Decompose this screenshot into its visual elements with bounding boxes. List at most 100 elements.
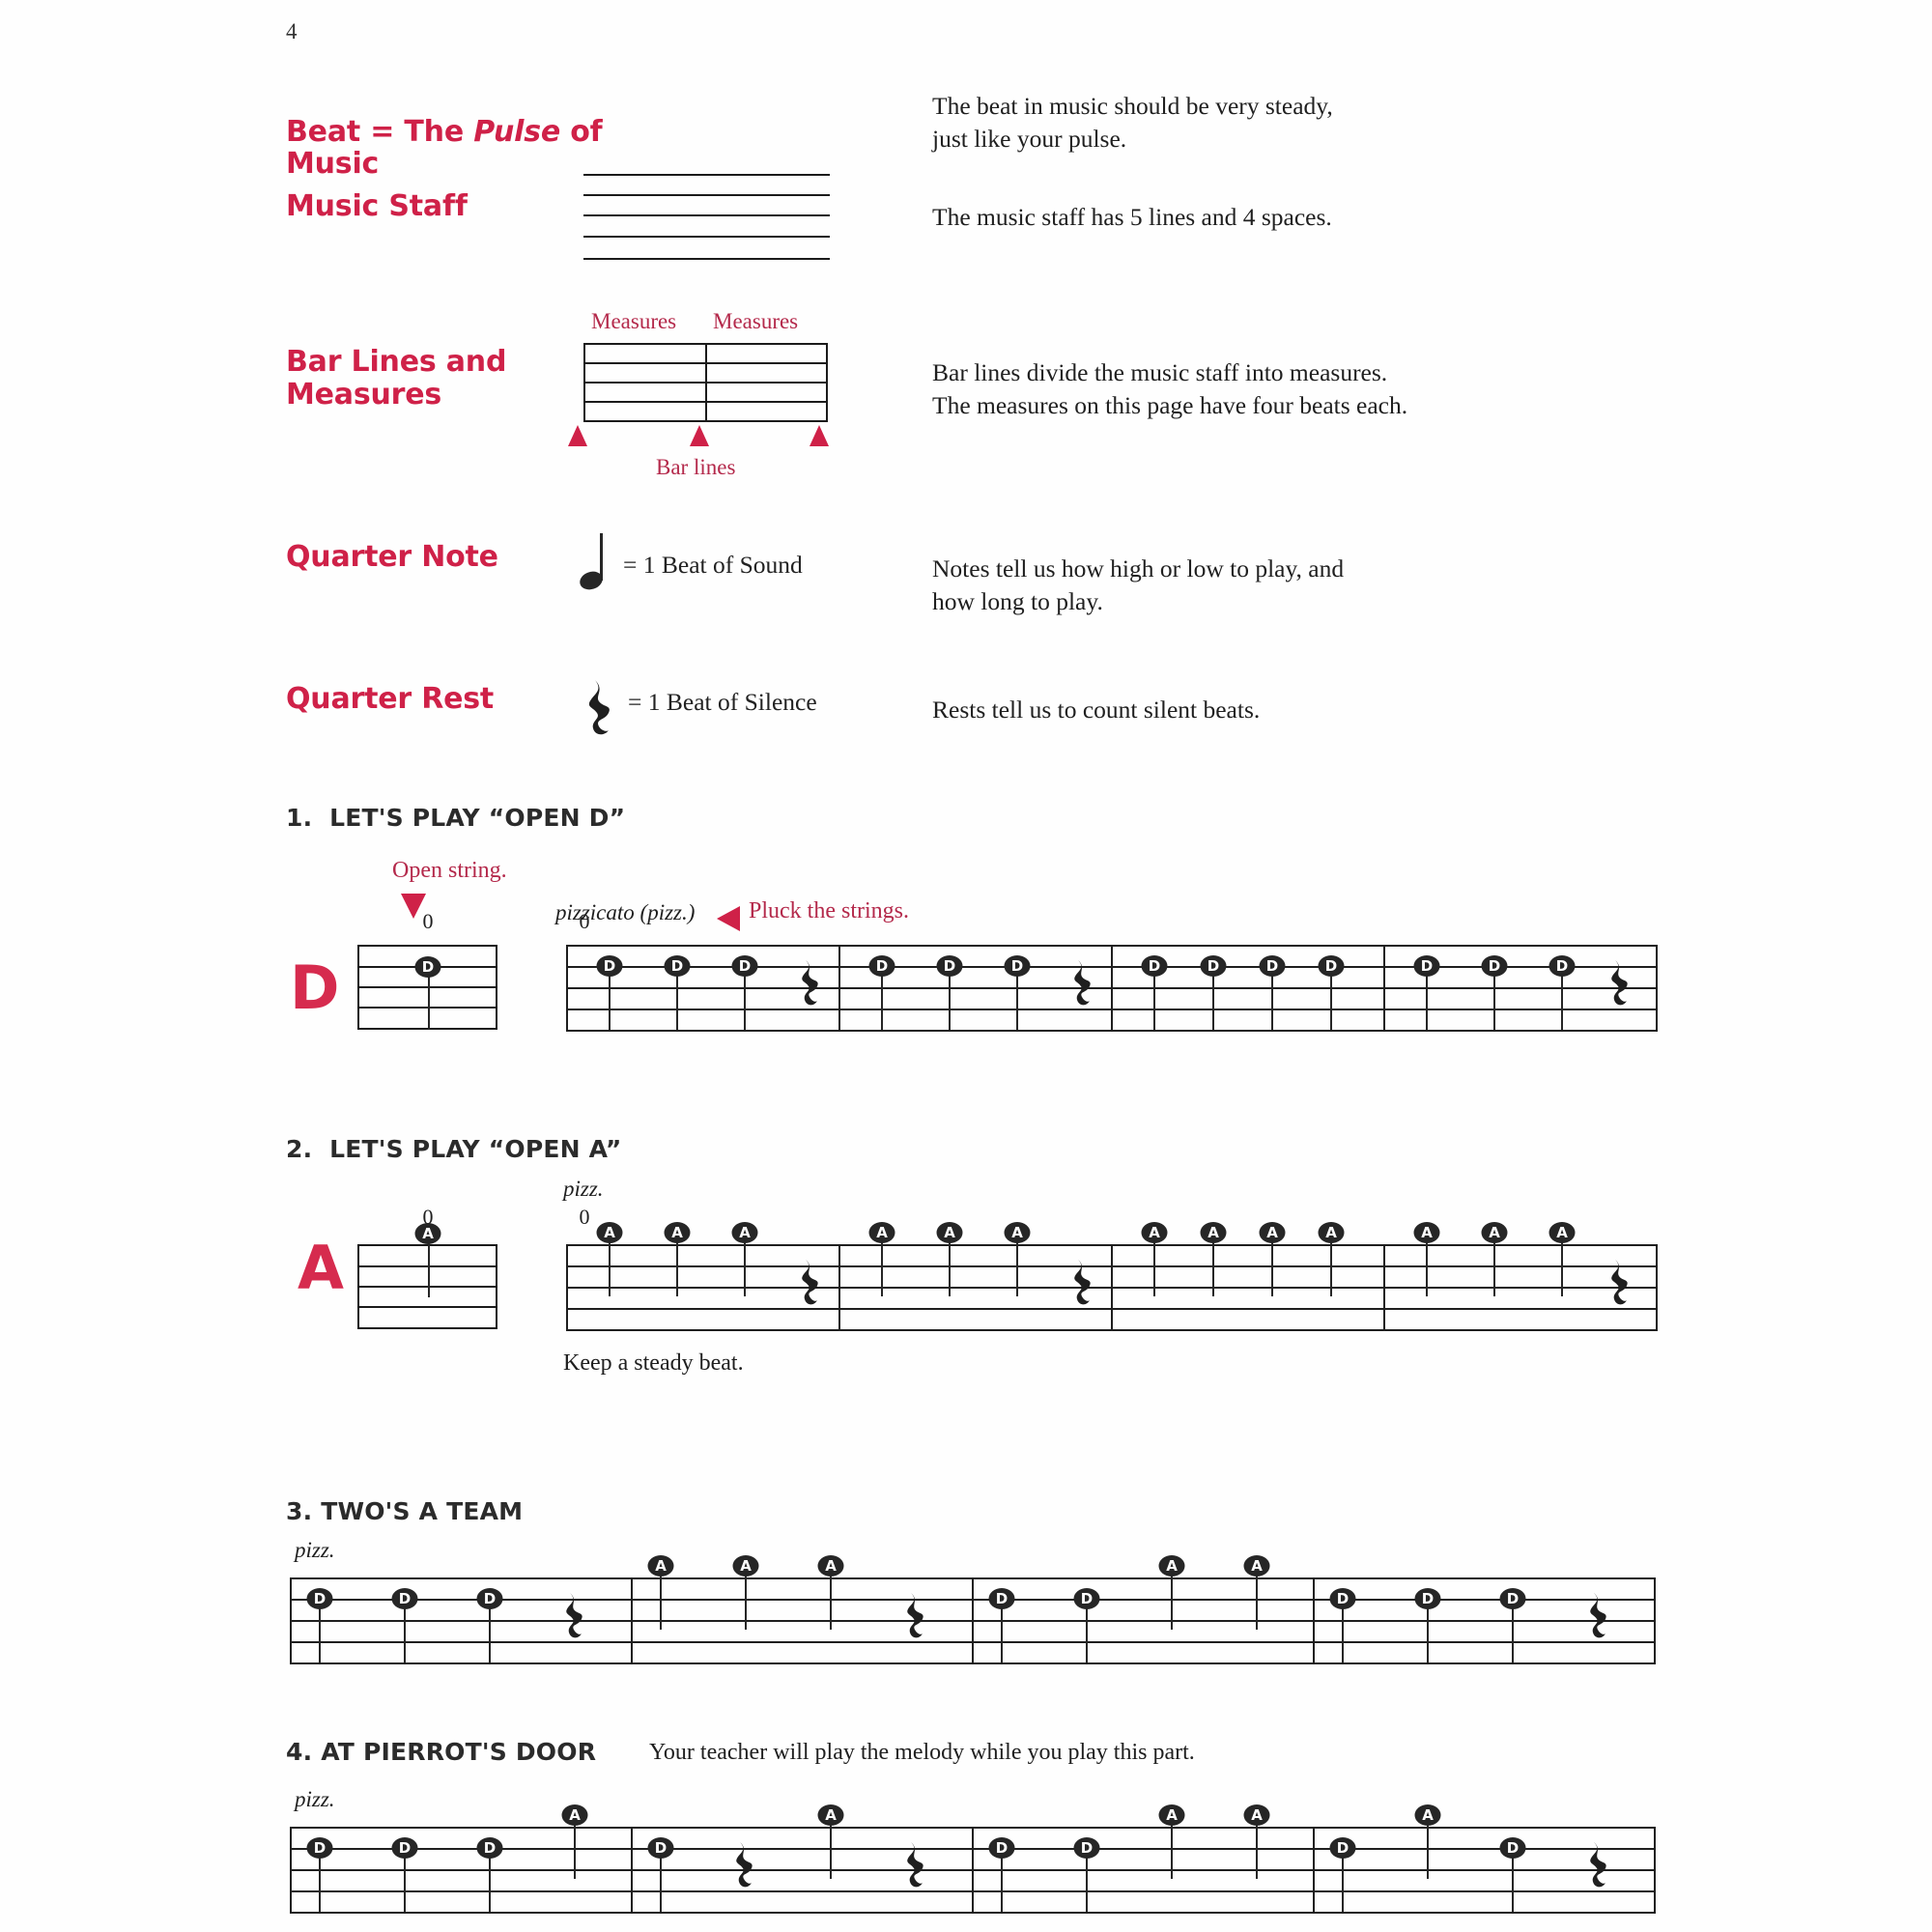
ex3-quarter-rest <box>1586 1591 1613 1654</box>
ex2-note: A <box>1259 1222 1286 1243</box>
quarter-note-icon <box>577 533 618 593</box>
ex4-note: D <box>1329 1837 1356 1859</box>
exercise-2-system: A A A A A A A A A A A A A <box>566 1222 1658 1341</box>
reference-notehead-d: D <box>414 956 441 978</box>
ref2-line4 <box>359 1306 496 1308</box>
ex2-note: A <box>1141 1222 1168 1243</box>
ex4-quarter-rest <box>732 1840 759 1903</box>
ex1-note: D <box>1481 955 1508 977</box>
ex3-note: A <box>817 1555 844 1577</box>
staff-line-4 <box>583 236 830 238</box>
string-letter-a: A <box>298 1233 344 1303</box>
exercise-1-title: LET'S PLAY “OPEN D” <box>329 804 626 832</box>
concept-title-beat: Beat = The Pulse of Music <box>286 83 692 181</box>
ex3-note: D <box>391 1588 418 1609</box>
ex2-barline-start <box>566 1244 568 1329</box>
string-letter-d: D <box>290 952 340 1023</box>
ex2-note: A <box>731 1222 758 1243</box>
quarter-note-stem <box>600 533 603 581</box>
ex4-staff-line-5 <box>290 1912 1656 1914</box>
finger-number-1: 0 <box>422 909 434 933</box>
ex2-barline-end <box>1656 1244 1658 1329</box>
pizzicato-annotation-1: pizzicato (pizz.) <box>555 900 696 924</box>
exercise-1-system: D D D D D D D D D D D D D <box>566 945 1658 1041</box>
ex3-note: D <box>1499 1588 1526 1609</box>
ex3-barline-start <box>290 1577 292 1662</box>
ex4-quarter-rest <box>903 1840 930 1903</box>
exercise-2-title: LET'S PLAY “OPEN A” <box>329 1135 622 1163</box>
concept-body-barlines: Bar lines divide the music staff into me… <box>932 358 1408 419</box>
ex1-note: D <box>936 955 963 977</box>
ex2-note: A <box>936 1222 963 1243</box>
ex3-staff-line-5 <box>290 1662 1656 1664</box>
ex1-note: D <box>1548 955 1576 977</box>
ex2-note: A <box>664 1222 691 1243</box>
ex1-note: D <box>1141 955 1168 977</box>
page-number: 4 <box>286 19 298 43</box>
reference-notehead-a: A <box>414 1223 441 1244</box>
ex1-barline-1 <box>838 945 840 1030</box>
ex4-note: A <box>1158 1804 1185 1826</box>
staff-line-3 <box>583 214 830 216</box>
ex4-note: D <box>391 1837 418 1859</box>
ex2-note: A <box>1318 1222 1345 1243</box>
concept-title-beat-part1: Beat = The <box>286 114 474 149</box>
ex4-barline-3 <box>1313 1827 1315 1912</box>
concept-title-quarter-rest: Quarter Rest <box>286 682 495 716</box>
ex1-note: D <box>596 955 623 977</box>
concept-body-beat: The beat in music should be very steady,… <box>932 92 1333 153</box>
quarter-rest-caption: = 1 Beat of Silence <box>628 688 817 716</box>
ex2-note: A <box>1200 1222 1227 1243</box>
bar-line-arrow-right <box>810 425 829 446</box>
quarter-rest-glyph <box>588 680 610 735</box>
ex1-note: D <box>1004 955 1031 977</box>
quarter-note-caption: = 1 Beat of Sound <box>623 551 803 579</box>
ex3-barline-2 <box>972 1577 974 1662</box>
ex3-quarter-rest <box>903 1591 930 1654</box>
measures-diagram <box>583 343 828 422</box>
ex2-note: A <box>868 1222 895 1243</box>
exercise-3-heading: 3. TWO'S A TEAM <box>286 1497 523 1525</box>
exercise-4-number: 4. <box>286 1738 313 1766</box>
finger-number-2b: 0 <box>579 1205 590 1229</box>
exercise-3-system: D D D A A A D D A A D D D <box>290 1555 1656 1674</box>
ex4-barline-2 <box>972 1827 974 1912</box>
staff-line-1 <box>583 174 830 176</box>
ex4-note: D <box>647 1837 674 1859</box>
ex3-note: A <box>647 1555 674 1577</box>
exercise-4-heading: 4. AT PIERROT'S DOOR <box>286 1738 596 1766</box>
concept-title-staff: Music Staff <box>286 189 468 223</box>
ex1-note: D <box>731 955 758 977</box>
ex1-quarter-rest <box>1070 958 1097 1021</box>
ex4-barline-start <box>290 1827 292 1912</box>
ex3-note: D <box>306 1588 333 1609</box>
ex1-barline-2 <box>1111 945 1113 1030</box>
pizzicato-annotation-4: pizz. <box>295 1787 335 1811</box>
exercise-2-reference-staff <box>357 1234 497 1329</box>
exercise-3-number: 3. <box>286 1497 313 1525</box>
exercise-4-title: AT PIERROT'S DOOR <box>321 1738 597 1766</box>
pluck-annotation: Pluck the strings. <box>749 898 909 923</box>
concept-body-quarter-note: Notes tell us how high or low to play, a… <box>932 554 1345 615</box>
exercise-2-heading: 2. LET'S PLAY “OPEN A” <box>286 1135 622 1163</box>
ex3-quarter-rest <box>562 1591 589 1654</box>
concept-title-beat-italic: Pulse <box>473 114 561 149</box>
bar-line-middle <box>705 343 707 422</box>
ex4-barline-end <box>1654 1827 1656 1912</box>
ex4-note: A <box>1414 1804 1441 1826</box>
ex4-note: A <box>1243 1804 1270 1826</box>
ex2-note: A <box>1413 1222 1440 1243</box>
ex1-note: D <box>1413 955 1440 977</box>
ex2-barline-3 <box>1383 1244 1385 1329</box>
ex2-barline-1 <box>838 1244 840 1329</box>
ex1-note: D <box>1259 955 1286 977</box>
ex2-quarter-rest <box>798 1258 825 1321</box>
exercise-1-number: 1. <box>286 804 313 832</box>
ex4-note: A <box>561 1804 588 1826</box>
ex3-note: D <box>988 1588 1015 1609</box>
ex1-note: D <box>1318 955 1345 977</box>
measures-label-left: Measures <box>591 309 677 333</box>
ex3-note: D <box>1329 1588 1356 1609</box>
ex4-note: A <box>817 1804 844 1826</box>
ex2-quarter-rest <box>1607 1258 1634 1321</box>
